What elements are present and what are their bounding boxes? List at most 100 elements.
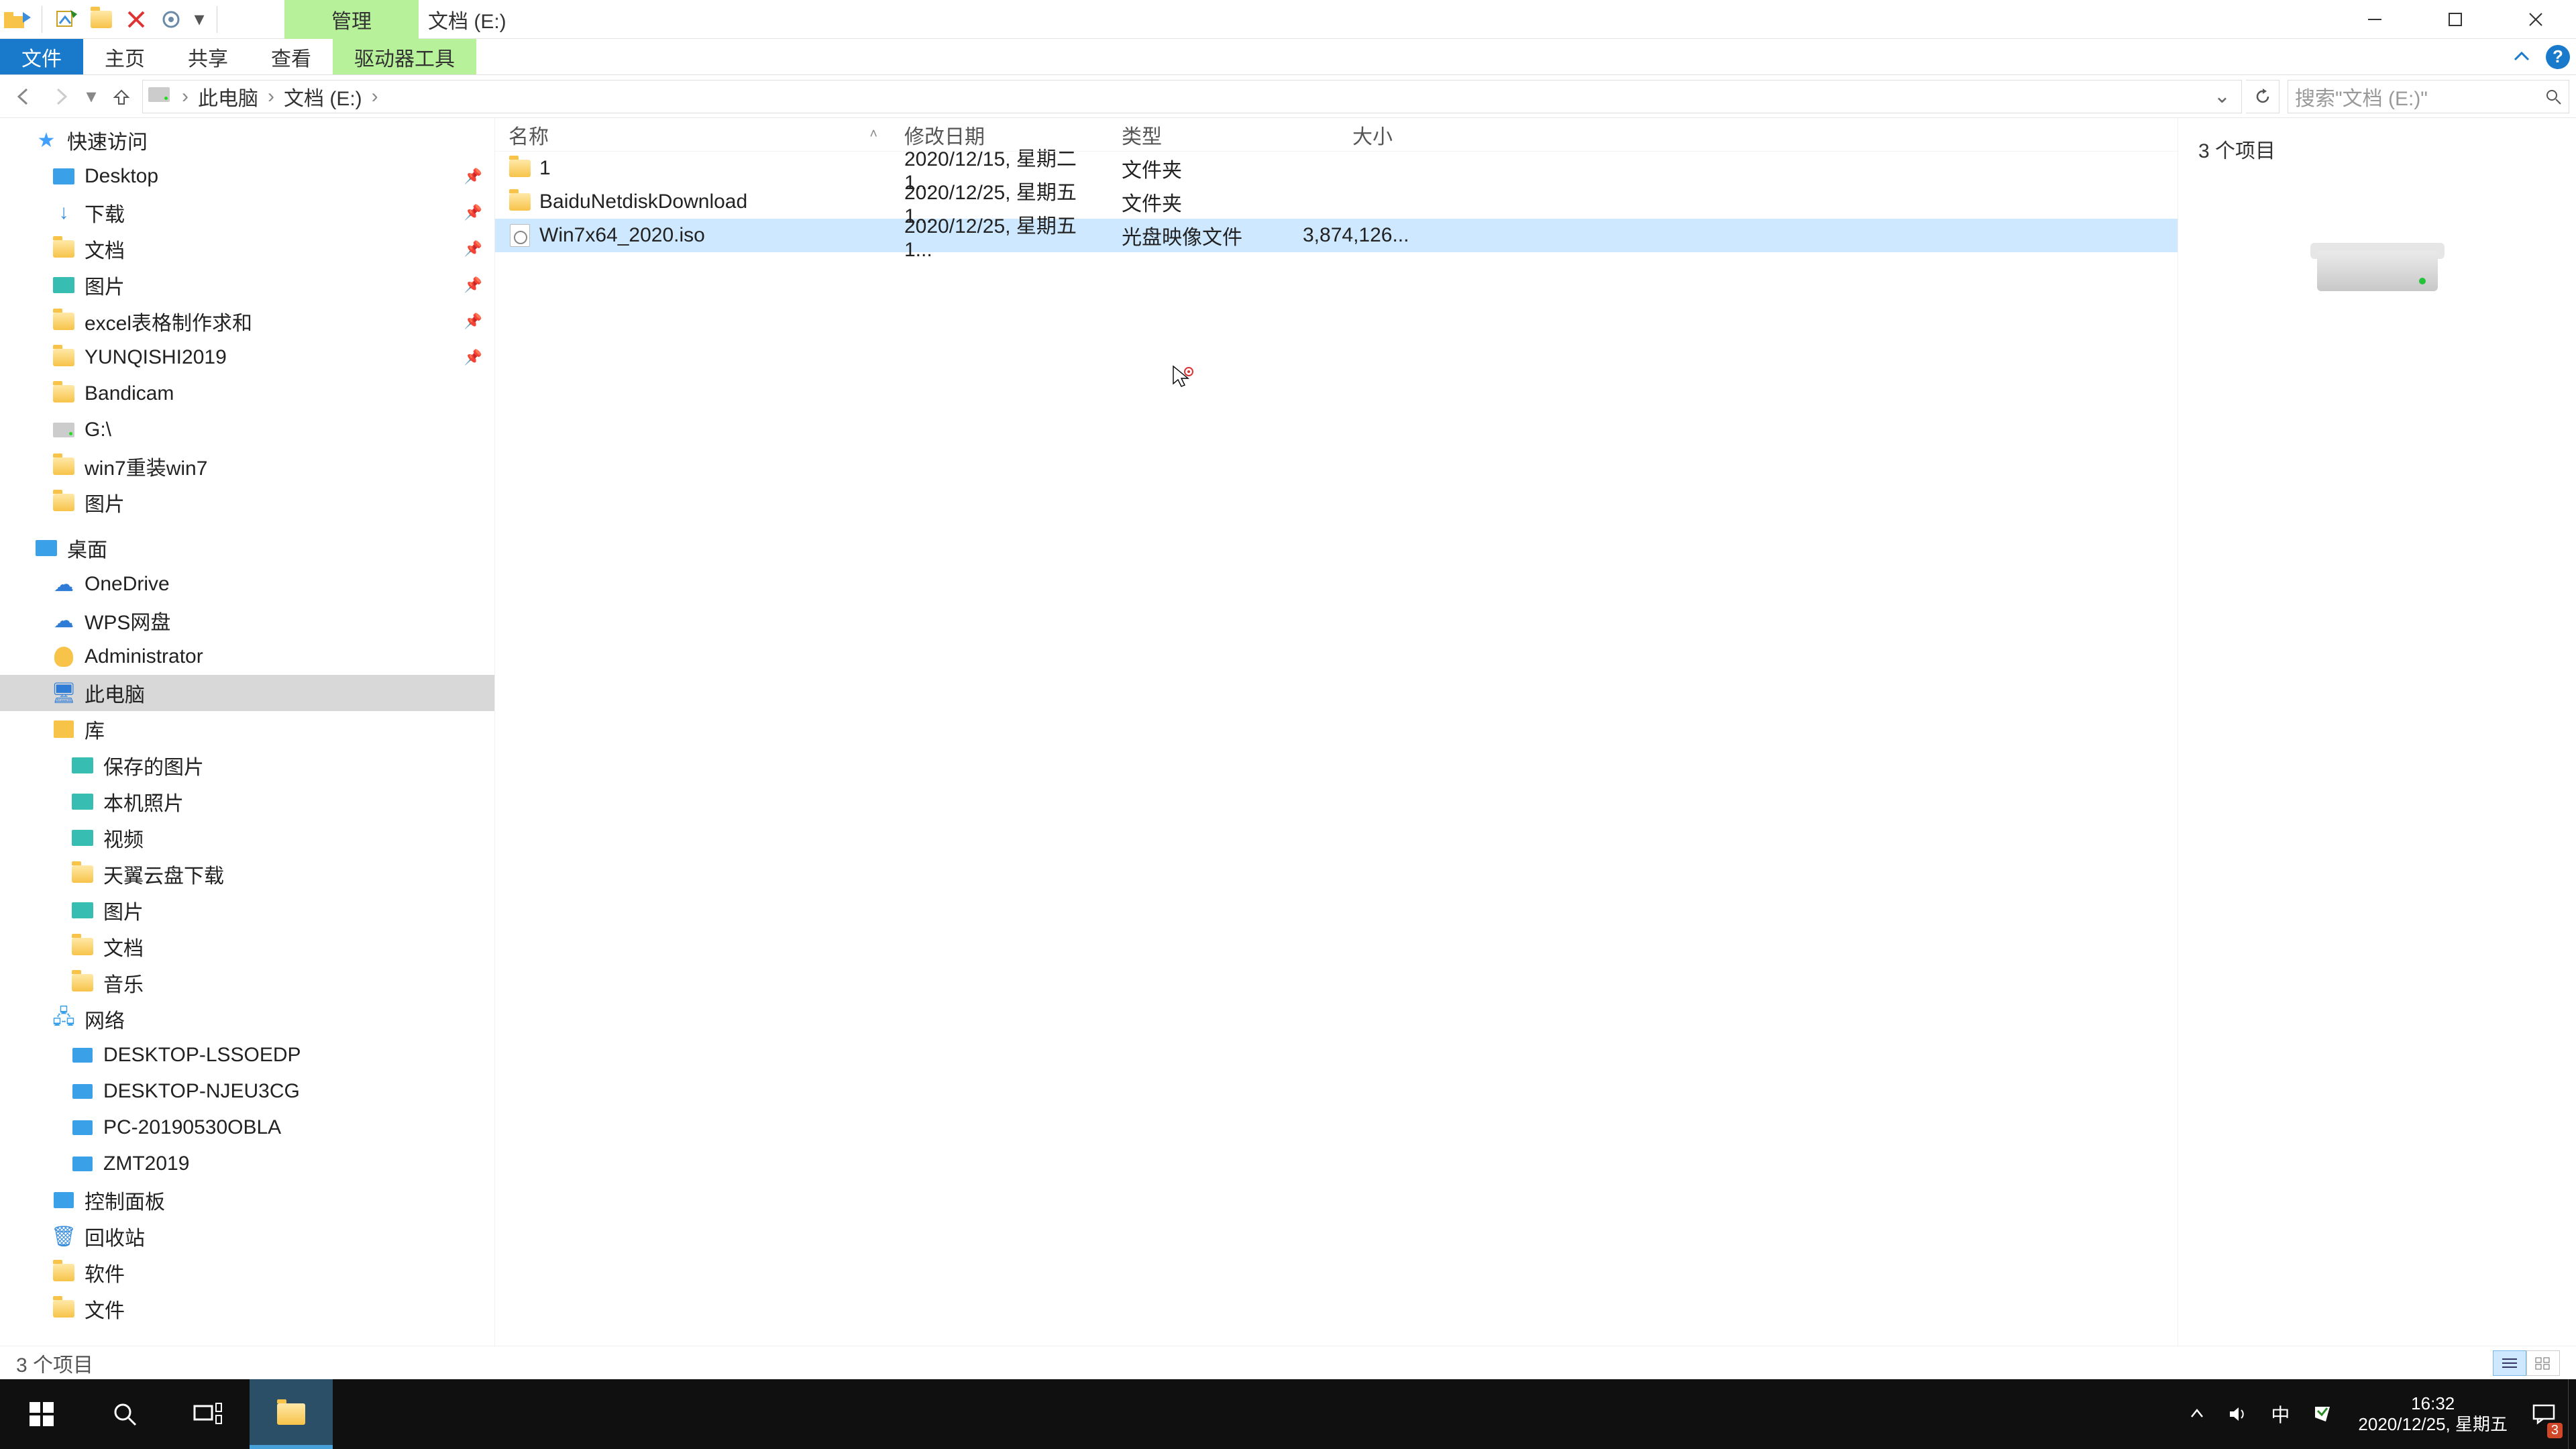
nav-quick-item[interactable]: 图片 [0, 484, 494, 521]
task-view-button[interactable] [166, 1379, 250, 1449]
taskbar-explorer-button[interactable] [250, 1379, 333, 1449]
tab-share[interactable]: 共享 [166, 39, 250, 74]
volume-icon[interactable] [2228, 1404, 2248, 1424]
nav-wps[interactable]: ☁WPS网盘 [0, 602, 494, 639]
contextual-tab-manage[interactable]: 管理 [284, 0, 419, 39]
folder-icon [53, 240, 74, 258]
nav-control-panel[interactable]: 控制面板 [0, 1182, 494, 1218]
nav-software[interactable]: 软件 [0, 1254, 494, 1291]
qat-new-folder-icon[interactable] [87, 5, 116, 34]
maximize-button[interactable] [2415, 0, 2496, 39]
nav-quick-item[interactable]: ↓下载📌 [0, 195, 494, 231]
breadcrumb[interactable]: 此电脑 [198, 82, 258, 111]
minimize-button[interactable] [2334, 0, 2415, 39]
file-row[interactable]: BaiduNetdiskDownload2020/12/25, 星期五 1...… [495, 185, 2178, 219]
clock-date: 2020/12/25, 星期五 [2358, 1414, 2508, 1435]
nav-quick-item[interactable]: win7重装win7 [0, 448, 494, 484]
nav-quick-item[interactable]: YUNQISHI2019📌 [0, 339, 494, 376]
nav-quick-item[interactable]: G:\ [0, 412, 494, 448]
nav-label: 视频 [103, 823, 144, 853]
nav-network-computer[interactable]: DESKTOP-NJEU3CG [0, 1073, 494, 1110]
breadcrumb[interactable]: 文档 (E:) [284, 82, 362, 111]
nav-lib[interactable]: 库 [0, 711, 494, 747]
nav-library-item[interactable]: 天翼云盘下载 [0, 856, 494, 892]
nav-library-item[interactable]: 文档 [0, 928, 494, 965]
file-row[interactable]: Win7x64_2020.iso2020/12/25, 星期五 1...光盘映像… [495, 219, 2178, 252]
close-button[interactable] [2496, 0, 2576, 39]
qat-dropdown-icon[interactable]: ▾ [191, 7, 207, 31]
security-icon[interactable] [2312, 1404, 2332, 1424]
computer-icon [72, 1157, 93, 1171]
ime-indicator[interactable]: 中 [2271, 1401, 2290, 1428]
ribbon-expand-icon[interactable] [2504, 39, 2540, 74]
refresh-button[interactable] [2246, 80, 2279, 113]
nav-quick-access[interactable]: ★ 快速访问 [0, 122, 494, 158]
nav-quick-item[interactable]: 文档📌 [0, 231, 494, 267]
file-row[interactable]: 12020/12/15, 星期二 1...文件夹 [495, 152, 2178, 185]
nav-recycle-bin[interactable]: 🗑 回收站 [0, 1218, 494, 1254]
qat-settings-icon[interactable] [156, 5, 186, 34]
nav-quick-item[interactable]: Bandicam [0, 376, 494, 412]
nav-label: WPS网盘 [85, 606, 170, 635]
nav-library-item[interactable]: 本机照片 [0, 784, 494, 820]
chevron-right-icon[interactable]: › [179, 85, 191, 108]
help-button[interactable]: ? [2540, 39, 2576, 74]
nav-up-button[interactable] [105, 80, 138, 113]
view-icons-button[interactable] [2526, 1350, 2560, 1376]
navigation-pane[interactable]: ★ 快速访问 Desktop📌↓下载📌文档📌图片📌 excel表格制作求和 📌 YUN… [0, 118, 495, 1346]
nav-onedrive[interactable]: ☁OneDrive [0, 566, 494, 602]
nav-desktop[interactable]: 桌面 [0, 530, 494, 566]
tab-view[interactable]: 查看 [250, 39, 333, 74]
nav-history-dropdown[interactable]: ▾ [82, 85, 101, 108]
column-type[interactable]: 类型 [1108, 120, 1289, 150]
nav-library-item[interactable]: 音乐 [0, 965, 494, 1001]
nav-label: 天翼云盘下载 [103, 859, 224, 889]
start-button[interactable] [0, 1379, 83, 1449]
sort-asc-icon[interactable]: ˄ [869, 127, 877, 142]
taskbar-clock[interactable]: 16:32 2020/12/25, 星期五 [2346, 1379, 2520, 1449]
nav-quick-item[interactable]: excel表格制作求和 📌 [0, 303, 494, 339]
nav-docs[interactable]: 文件 [0, 1291, 494, 1327]
search-icon[interactable] [2544, 88, 2562, 105]
nav-back-button[interactable] [7, 80, 40, 113]
file-list[interactable]: 名称˄ 修改日期 类型 大小 12020/12/15, 星期二 1...文件夹B… [495, 118, 2178, 1346]
nav-network-computer[interactable]: PC-20190530OBLA [0, 1110, 494, 1146]
nav-library-item[interactable]: 视频 [0, 820, 494, 856]
nav-pc[interactable]: 🖥此电脑 [0, 675, 494, 711]
nav-label: 文档 [103, 932, 144, 961]
chevron-right-icon[interactable]: › [369, 85, 381, 108]
nav-label: Administrator [85, 645, 203, 668]
column-date[interactable]: 修改日期 [891, 120, 1108, 150]
qat-properties-icon[interactable] [52, 5, 81, 34]
nav-library-item[interactable]: 图片 [0, 892, 494, 928]
search-input[interactable]: 搜索"文档 (E:)" [2288, 80, 2569, 113]
qat-delete-icon[interactable] [121, 5, 151, 34]
action-center-button[interactable]: 3 [2520, 1379, 2568, 1449]
view-details-button[interactable] [2493, 1350, 2526, 1376]
tab-file[interactable]: 文件 [0, 39, 83, 74]
nav-library-item[interactable]: 保存的图片 [0, 747, 494, 784]
address-bar[interactable]: › 此电脑 › 文档 (E:) › ⌄ [142, 80, 2242, 113]
nav-quick-item[interactable]: 图片📌 [0, 267, 494, 303]
column-name[interactable]: 名称˄ [495, 120, 891, 150]
taskbar-search-button[interactable] [83, 1379, 166, 1449]
nav-network-computer[interactable]: DESKTOP-LSSOEDP [0, 1037, 494, 1073]
app-icon[interactable] [3, 5, 32, 34]
show-desktop-button[interactable] [2568, 1379, 2576, 1449]
tab-drive-tools[interactable]: 驱动器工具 [333, 39, 476, 74]
system-tray: 中 [2176, 1379, 2346, 1449]
address-dropdown-icon[interactable]: ⌄ [2208, 85, 2236, 108]
nav-forward-button[interactable] [44, 80, 78, 113]
column-size[interactable]: 大小 [1289, 120, 1406, 150]
chevron-right-icon[interactable]: › [265, 85, 277, 108]
nav-label: excel表格制作求和 [85, 307, 252, 336]
tab-home[interactable]: 主页 [83, 39, 166, 74]
nav-network[interactable]: 🖧 网络 [0, 1001, 494, 1037]
nav-user[interactable]: Administrator [0, 639, 494, 675]
nav-network-computer[interactable]: ZMT2019 [0, 1146, 494, 1182]
nav-quick-item[interactable]: Desktop📌 [0, 158, 494, 195]
notification-badge: 3 [2547, 1423, 2563, 1438]
tray-overflow-icon[interactable] [2189, 1406, 2205, 1422]
pin-icon: 📌 [464, 313, 482, 330]
control-panel-icon [51, 1187, 76, 1213]
